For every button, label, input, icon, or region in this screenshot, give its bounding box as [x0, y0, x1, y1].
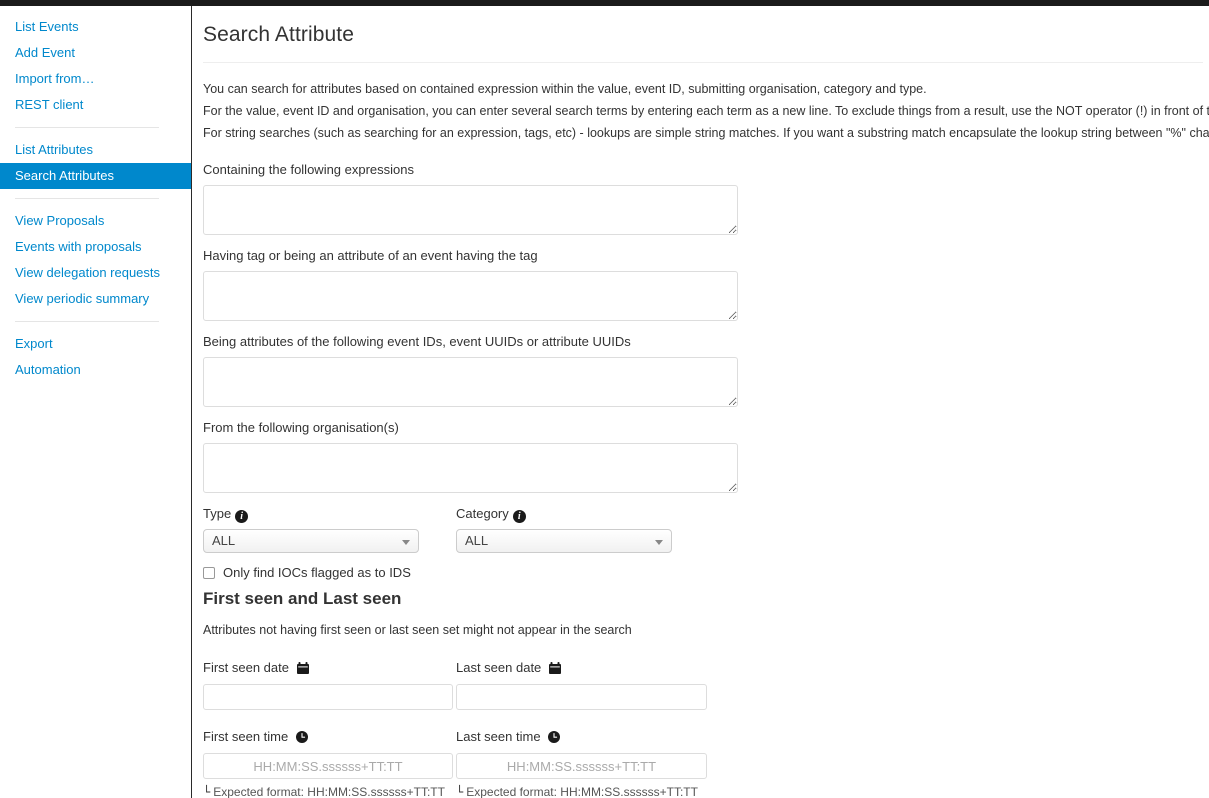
last-seen-column: Last seen date Last seen time HH:MM:SS.s…: [456, 659, 707, 798]
last-seen-time-label-text: Last seen time: [456, 729, 541, 744]
last-seen-hint-text: Expected format: HH:MM:SS.ssssss+TT:TT: [466, 785, 698, 798]
sidebar-item-add-event[interactable]: Add Event: [0, 40, 191, 66]
category-label: Category i: [456, 505, 672, 523]
date-time-section: First seen date First seen time HH:MM:SS…: [203, 659, 1193, 798]
ids-checkbox-row[interactable]: Only find IOCs flagged as to IDS: [203, 565, 1193, 580]
corner-glyph-icon: └: [456, 785, 464, 798]
category-label-text: Category: [456, 506, 509, 521]
first-seen-time-label-text: First seen time: [203, 729, 289, 744]
sidebar-item-rest-client[interactable]: REST client: [0, 92, 191, 118]
tag-label: Having tag or being an attribute of an e…: [203, 248, 538, 263]
event-ids-label: Being attributes of the following event …: [203, 334, 631, 349]
info-icon[interactable]: i: [235, 510, 249, 523]
intro-text: You can search for attributes based on c…: [203, 79, 1209, 143]
expressions-label: Containing the following expressions: [203, 162, 415, 177]
title-divider: [203, 62, 1203, 63]
category-select-value: ALL: [465, 533, 489, 548]
clock-icon[interactable]: [548, 730, 561, 748]
sidebar-divider: [15, 198, 159, 199]
last-seen-time-input[interactable]: [456, 753, 707, 779]
sidebar-item-view-delegation-requests[interactable]: View delegation requests: [0, 260, 191, 286]
sidebar-item-list-attributes[interactable]: List Attributes: [0, 137, 191, 163]
sidebar-item-search-attributes[interactable]: Search Attributes: [0, 163, 191, 189]
field-organisations: From the following organisation(s): [203, 419, 1193, 493]
category-group: Category i ALL: [456, 505, 672, 553]
last-seen-date-label-text: Last seen date: [456, 660, 542, 675]
first-seen-column: First seen date First seen time HH:MM:SS…: [203, 659, 453, 798]
intro-line-2: For the value, event ID and organisation…: [203, 104, 1209, 118]
sidebar-item-import-from[interactable]: Import from…: [0, 66, 191, 92]
expressions-input[interactable]: [203, 185, 738, 235]
type-label: Type i: [203, 505, 419, 523]
first-seen-date-label-text: First seen date: [203, 660, 289, 675]
last-seen-date-label: Last seen date: [456, 659, 707, 679]
calendar-icon[interactable]: [296, 661, 309, 679]
sidebar: List Events Add Event Import from… REST …: [0, 6, 192, 798]
last-seen-date-input[interactable]: [456, 684, 707, 710]
chevron-down-icon: [655, 540, 663, 545]
page-title: Search Attribute: [203, 23, 355, 46]
first-seen-hint: └ Expected format: HH:MM:SS.ssssss+TT:TT: [203, 784, 453, 798]
field-expressions: Containing the following expressions: [203, 161, 1193, 235]
ids-checkbox-label: Only find IOCs flagged as to IDS: [223, 565, 411, 580]
sidebar-item-view-periodic-summary[interactable]: View periodic summary: [0, 286, 191, 312]
sidebar-item-automation[interactable]: Automation: [0, 357, 191, 383]
first-seen-date-label: First seen date: [203, 659, 453, 679]
sidebar-item-events-with-proposals[interactable]: Events with proposals: [0, 234, 191, 260]
clock-icon[interactable]: [295, 730, 308, 748]
first-seen-time-group: First seen time └Expected format: HH:MM:…: [203, 728, 453, 798]
first-last-seen-note: Attributes not having first seen or last…: [203, 623, 632, 637]
calendar-icon[interactable]: [548, 661, 561, 679]
field-event-ids: Being attributes of the following event …: [203, 333, 1193, 407]
intro-line-1: You can search for attributes based on c…: [203, 82, 927, 96]
intro-line-3: For string searches (such as searching f…: [203, 126, 1209, 140]
info-icon[interactable]: i: [512, 510, 526, 523]
type-category-row: Type i ALL Category i ALL: [203, 505, 1193, 557]
search-attribute-form: Containing the following expressions Hav…: [203, 161, 1193, 798]
sidebar-divider: [15, 321, 159, 322]
first-last-seen-heading: First seen and Last seen: [203, 589, 402, 608]
sidebar-item-list-events[interactable]: List Events: [0, 14, 191, 40]
first-seen-date-input[interactable]: [203, 684, 453, 710]
chevron-down-icon: [402, 540, 410, 545]
event-ids-input[interactable]: [203, 357, 738, 407]
first-seen-hint-text: Expected format: HH:MM:SS.ssssss+TT:TT: [213, 785, 445, 798]
main-content: Search Attribute You can search for attr…: [193, 6, 1209, 798]
type-group: Type i ALL: [203, 505, 419, 553]
last-seen-time-group: Last seen time └Expected format: HH:MM:S…: [456, 728, 707, 798]
ids-checkbox[interactable]: [203, 566, 215, 579]
field-tag: Having tag or being an attribute of an e…: [203, 247, 1193, 321]
corner-glyph-icon: └: [203, 785, 211, 798]
tag-input[interactable]: [203, 271, 738, 321]
type-select[interactable]: ALL: [203, 529, 419, 553]
sidebar-divider: [15, 127, 159, 128]
first-seen-time-label: First seen time: [203, 728, 453, 748]
last-seen-time-label: Last seen time: [456, 728, 707, 748]
first-seen-time-input[interactable]: [203, 753, 453, 779]
sidebar-item-export[interactable]: Export: [0, 331, 191, 357]
last-seen-hint: └ Expected format: HH:MM:SS.ssssss+TT:TT: [456, 784, 707, 798]
organisations-label: From the following organisation(s): [203, 420, 399, 435]
sidebar-item-view-proposals[interactable]: View Proposals: [0, 208, 191, 234]
organisations-input[interactable]: [203, 443, 738, 493]
category-select[interactable]: ALL: [456, 529, 672, 553]
type-label-text: Type: [203, 506, 232, 521]
type-select-value: ALL: [212, 533, 236, 548]
